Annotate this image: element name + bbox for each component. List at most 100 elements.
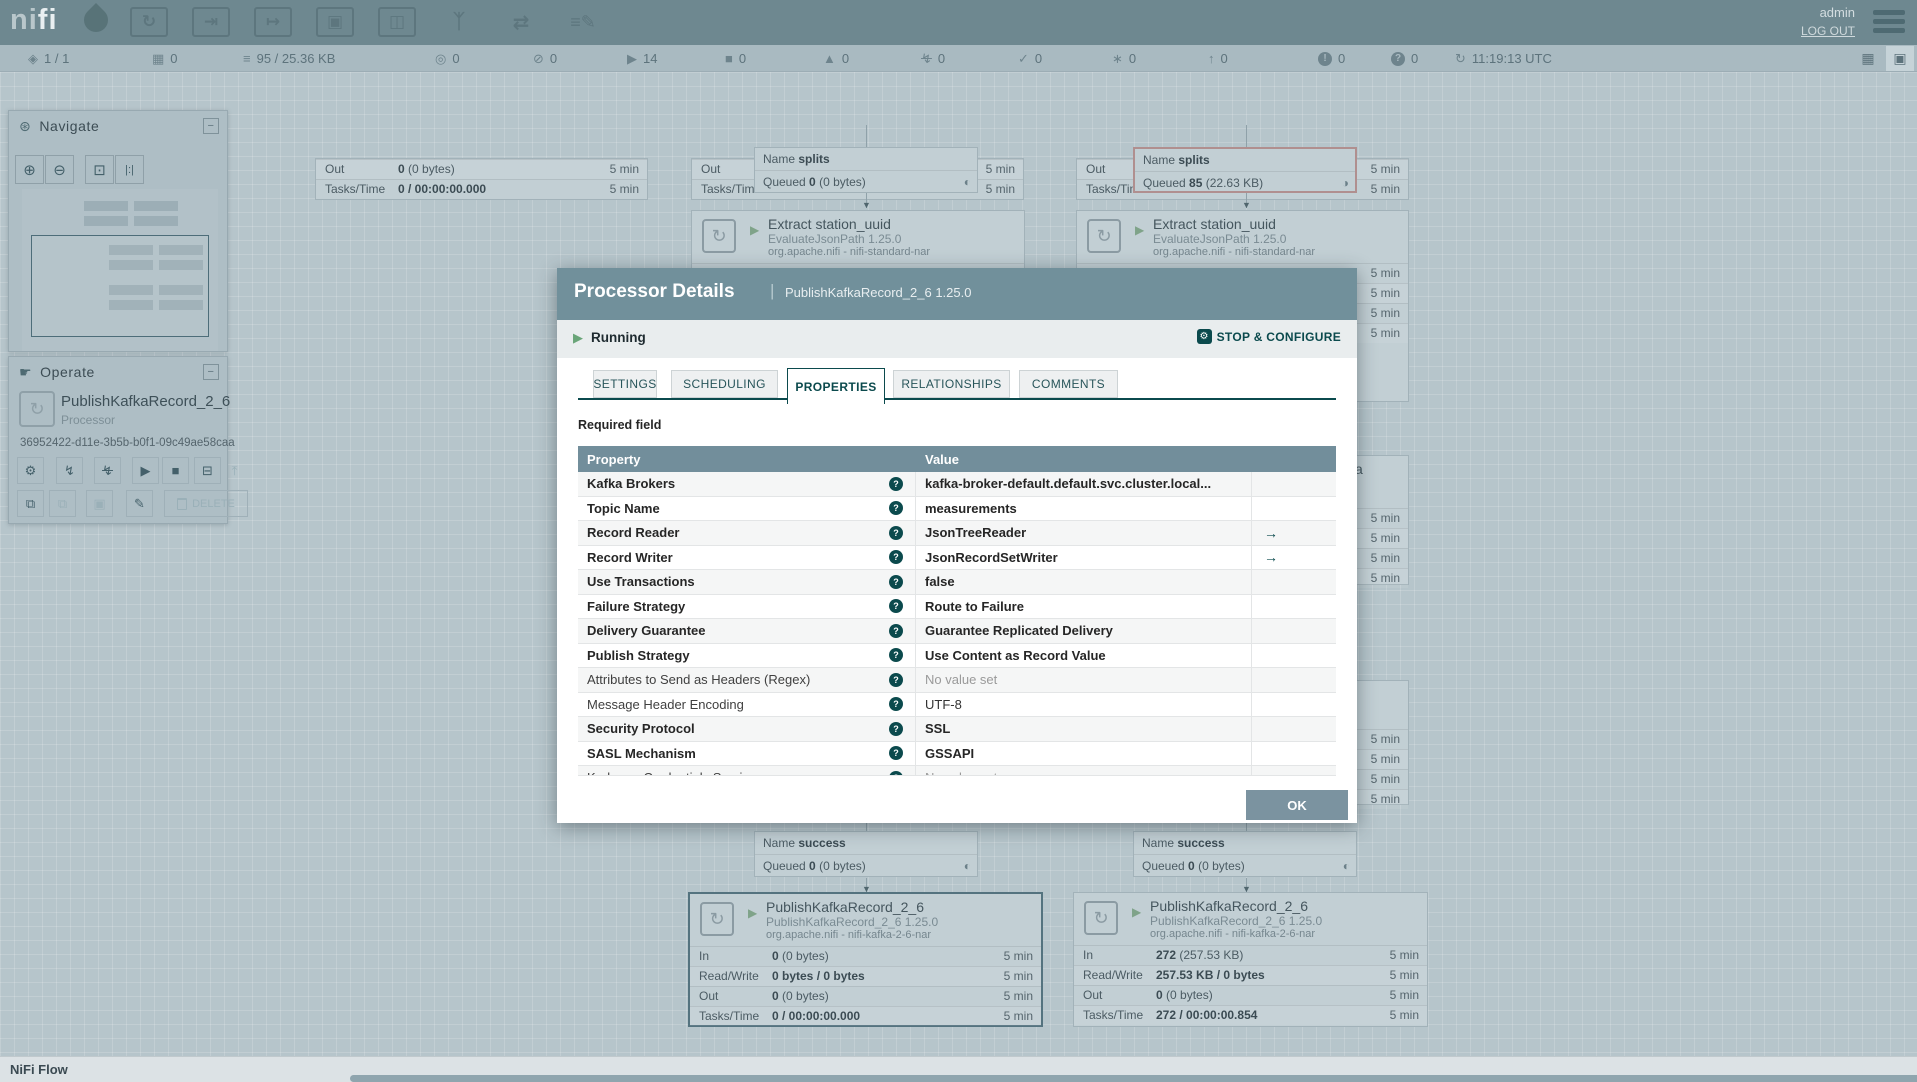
queued-status: ≡95 / 25.36 KB	[243, 45, 335, 72]
output-port-tool-icon[interactable]: ↦	[254, 7, 292, 37]
zoom-out-button[interactable]: ⊖	[45, 155, 74, 184]
processor-tool-icon[interactable]: ↻	[130, 7, 168, 37]
exclamation-icon: !	[1318, 52, 1332, 66]
paste-button[interactable]: ⧉	[49, 490, 76, 517]
help-icon[interactable]: ?	[889, 771, 903, 776]
connection-line	[866, 125, 867, 147]
process-group-tool-icon[interactable]: ▣	[316, 7, 354, 37]
label-tool-icon[interactable]: ≡✎	[564, 7, 602, 37]
tab-comments[interactable]: COMMENTS	[1019, 370, 1118, 398]
disabled-status: ↯0	[921, 45, 945, 72]
up-to-date-status: ✓0	[1018, 45, 1042, 72]
running-icon: ▶	[748, 906, 757, 920]
required-field-label: Required field	[578, 418, 661, 432]
help-icon[interactable]: ?	[889, 697, 903, 711]
revert-flow-version-button[interactable]: ⤒	[221, 457, 248, 484]
ok-button[interactable]: OK	[1246, 790, 1348, 820]
table-row: Attributes to Send as Headers (Regex)? N…	[578, 668, 1336, 693]
tab-properties[interactable]: PROPERTIES	[787, 368, 885, 404]
running-status: ▶14	[627, 45, 657, 72]
help-icon[interactable]: ?	[889, 599, 903, 613]
help-icon[interactable]: ?	[889, 477, 903, 491]
connection-label-success[interactable]: Name success Queued 0 (0 bytes)◐	[1133, 831, 1357, 877]
help-icon[interactable]: ?	[889, 550, 903, 564]
processor-icon: ↻	[1084, 901, 1118, 935]
stop-button[interactable]: ■	[162, 457, 189, 484]
save-flow-version-button[interactable]: ⊟	[194, 457, 221, 484]
transmitting-icon: ◎	[435, 51, 446, 67]
selected-component-id[interactable]: 36952422-d11e-3b5b-b0f1-09c49ae58caa	[20, 437, 235, 449]
refresh-icon[interactable]: ↻	[1455, 51, 1466, 67]
table-row: Message Header Encoding? UTF-8	[578, 693, 1336, 718]
status-label: Running	[591, 330, 646, 345]
queue-fill-icon: ◐	[964, 175, 971, 189]
grid-toggle-icon[interactable]: ▦	[1854, 46, 1882, 71]
zoom-fit-button[interactable]: ⊡	[85, 155, 114, 184]
logout-link[interactable]: LOG OUT	[1801, 24, 1855, 38]
fill-color-button[interactable]: ✎	[126, 490, 153, 517]
title-separator: |	[770, 281, 774, 301]
disable-button[interactable]: ↯	[94, 457, 121, 484]
help-icon[interactable]: ?	[889, 673, 903, 687]
trash-icon	[177, 498, 187, 510]
tab-settings[interactable]: SETTINGS	[593, 370, 657, 398]
zoom-actual-button[interactable]: |:|	[115, 155, 144, 184]
running-icon: ▶	[1135, 223, 1144, 237]
table-header: Property Value	[578, 446, 1336, 472]
stop-icon: ■	[725, 51, 733, 66]
breadcrumb[interactable]: NiFi Flow	[10, 1062, 68, 1077]
connection-label-splits-backpressure[interactable]: Name splits Queued 85 (22.63 KB)◑	[1133, 147, 1357, 193]
go-to-service-icon[interactable]: →	[1264, 525, 1278, 541]
global-menu-icon[interactable]	[1873, 10, 1905, 36]
enable-button[interactable]: ↯	[56, 457, 83, 484]
group-button[interactable]: ▣	[86, 490, 113, 517]
transmitting-status: ◎0	[435, 45, 460, 72]
stop-and-configure-button[interactable]: ⚙ STOP & CONFIGURE	[1197, 329, 1341, 344]
table-row: Failure Strategy? Route to Failure	[578, 595, 1336, 620]
tab-relationships[interactable]: RELATIONSHIPS	[893, 370, 1010, 398]
table-row: Record Reader? JsonTreeReader →	[578, 521, 1336, 546]
table-row: Record Writer? JsonRecordSetWriter →	[578, 546, 1336, 571]
disabled-bolt-icon: ↯	[921, 51, 932, 67]
hand-pointer-icon: ☛	[19, 364, 32, 380]
help-icon[interactable]: ?	[889, 526, 903, 540]
birdseye-minimap[interactable]	[22, 189, 218, 351]
processor-publishkafkarecord[interactable]: ↻ ▶ PublishKafkaRecord_2_6 PublishKafkaR…	[1073, 892, 1428, 1027]
properties-table: Property Value Kafka Brokers? kafka-brok…	[578, 446, 1336, 776]
remote-process-group-tool-icon[interactable]: ◫	[378, 7, 416, 37]
queued-icon: ≡	[243, 51, 251, 66]
collapse-navigate-button[interactable]: −	[203, 118, 219, 134]
processor-stats-partial[interactable]: Out0 (0 bytes)5 min Tasks/Time0 / 00:00:…	[315, 158, 648, 200]
refresh-status: ↻11:19:13 UTC	[1455, 45, 1552, 72]
start-button[interactable]: ▶	[132, 457, 159, 484]
connection-label-splits[interactable]: Name splits Queued 0 (0 bytes)◐	[754, 147, 978, 193]
input-port-tool-icon[interactable]: ⇥	[192, 7, 230, 37]
horizontal-scrollbar[interactable]	[350, 1075, 1917, 1082]
delete-button[interactable]: DELETE	[164, 490, 248, 517]
connection-label-success[interactable]: Name success Queued 0 (0 bytes)◐	[754, 831, 978, 877]
cluster-icon: ◈	[28, 51, 38, 67]
panel-toggle-icon[interactable]: ▣	[1886, 46, 1914, 71]
zoom-in-button[interactable]: ⊕	[15, 155, 44, 184]
processor-publishkafkarecord-selected[interactable]: ↻ ▶ PublishKafkaRecord_2_6 PublishKafkaR…	[688, 892, 1043, 1027]
help-icon[interactable]: ?	[889, 575, 903, 589]
copy-button[interactable]: ⧉	[17, 490, 44, 517]
help-icon[interactable]: ?	[889, 746, 903, 760]
connection-line	[1246, 125, 1247, 147]
collapse-operate-button[interactable]: −	[203, 364, 219, 380]
nifi-drop-icon	[79, 3, 113, 37]
help-icon[interactable]: ?	[889, 501, 903, 515]
warning-icon: ▲	[823, 51, 836, 66]
help-icon[interactable]: ?	[889, 722, 903, 736]
go-to-service-icon[interactable]: →	[1264, 549, 1278, 565]
template-tool-icon[interactable]: ⇄	[502, 7, 540, 37]
minimap-block	[134, 216, 178, 226]
minimap-block	[84, 201, 128, 211]
help-icon[interactable]: ?	[889, 648, 903, 662]
tab-scheduling[interactable]: SCHEDULING	[671, 370, 778, 398]
queue-fill-icon: ◐	[1343, 859, 1350, 873]
help-icon[interactable]: ?	[889, 624, 903, 638]
configure-button[interactable]: ⚙	[17, 457, 44, 484]
funnel-tool-icon[interactable]: ᛉ	[440, 7, 478, 37]
minimap-viewport[interactable]	[31, 235, 209, 337]
